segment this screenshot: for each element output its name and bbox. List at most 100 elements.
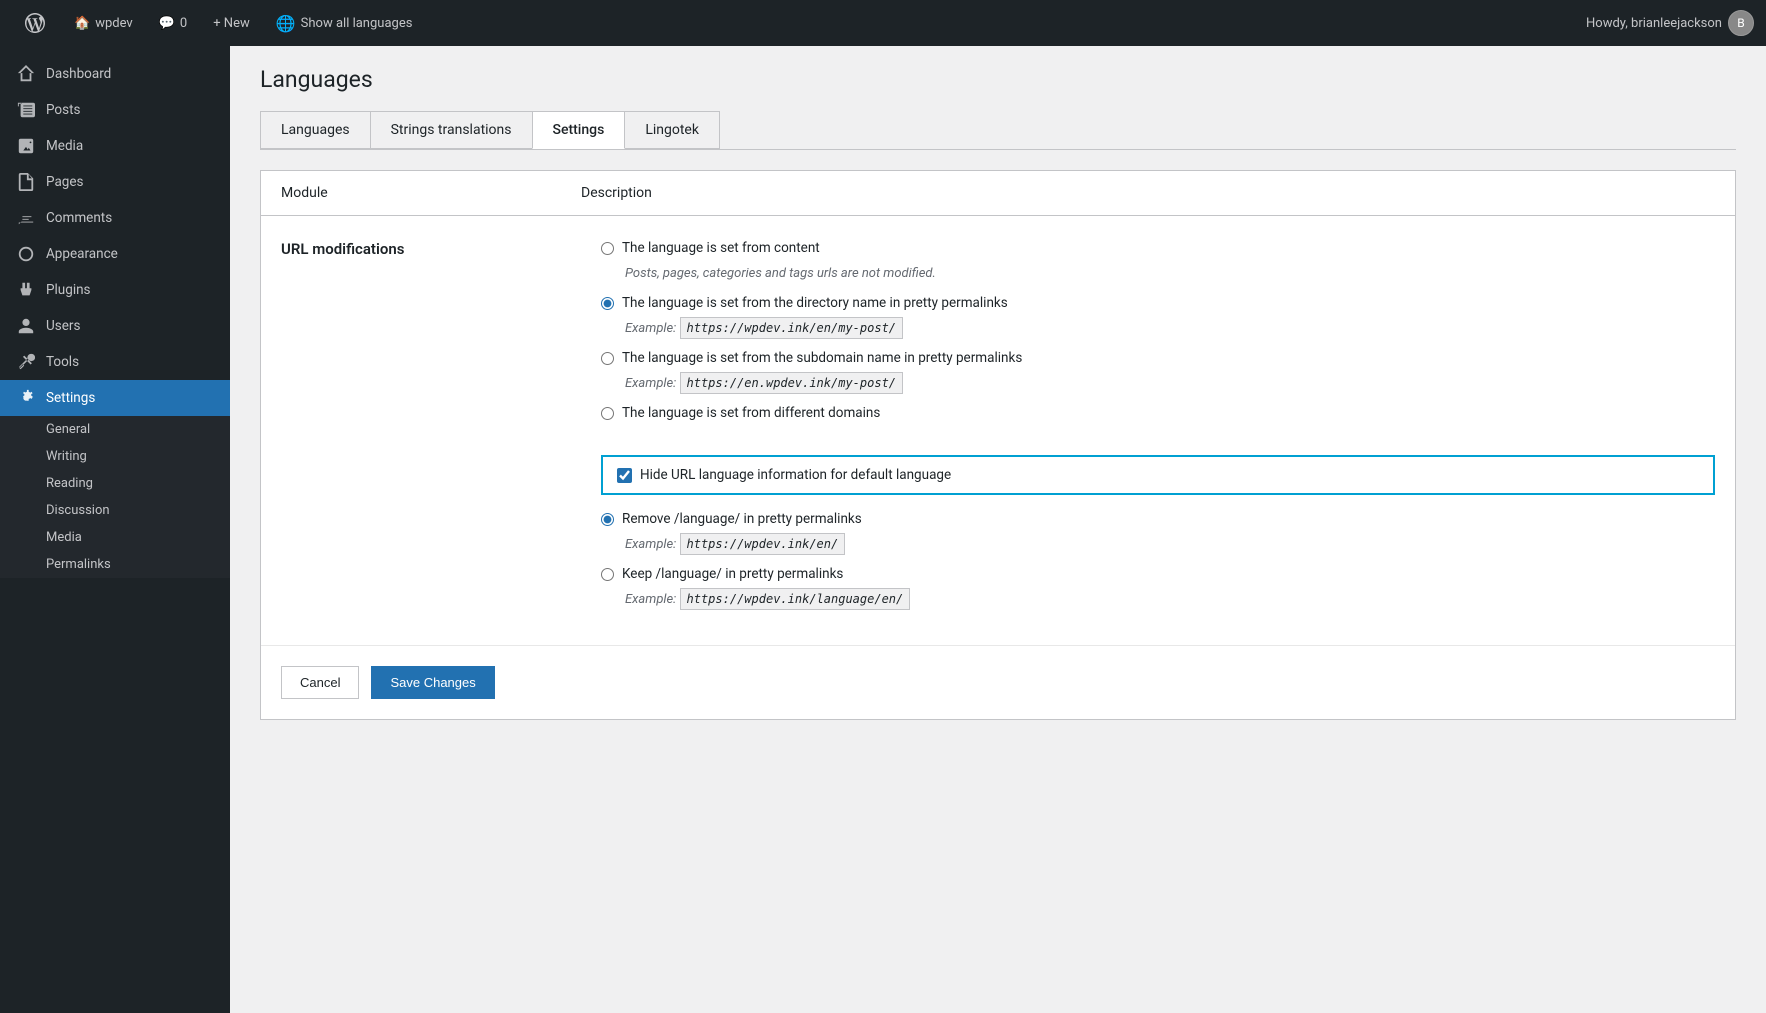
tools-icon — [16, 352, 36, 372]
tab-settings[interactable]: Settings — [532, 111, 626, 149]
topbar-show-languages[interactable]: 🌐 Show all languages — [266, 0, 423, 46]
sidebar-item-appearance[interactable]: Appearance — [0, 236, 230, 272]
settings-card: Module Description URL modifications — [260, 170, 1736, 720]
table-header: Module Description — [261, 171, 1735, 216]
sidebar-item-tools[interactable]: Tools — [0, 344, 230, 380]
topbar-left: 🏠 wpdev 💬 0 + New 🌐 Show all languages — [12, 0, 1586, 46]
topbar-new[interactable]: + New — [203, 0, 260, 46]
example-content: Posts, pages, categories and tags urls a… — [625, 266, 1715, 281]
tab-strings-translations[interactable]: Strings translations — [370, 111, 533, 149]
users-icon — [16, 316, 36, 336]
radio-keep-label: Keep /language/ in pretty permalinks — [622, 566, 843, 582]
sidebar-item-dashboard[interactable]: Dashboard — [0, 56, 230, 92]
topbar-right: Howdy, brianleejackson B — [1586, 10, 1754, 36]
example-directory: Example: https://wpdev.ink/en/my-post/ — [625, 321, 1715, 336]
submenu-reading[interactable]: Reading — [0, 470, 230, 497]
content-area: Languages Languages Strings translations… — [230, 46, 1766, 1013]
hide-url-label: Hide URL language information for defaul… — [640, 467, 951, 483]
radio-keep[interactable] — [601, 568, 614, 581]
example-subdomain: Example: https://en.wpdev.ink/my-post/ — [625, 376, 1715, 391]
radio-domains-label: The language is set from different domai… — [622, 405, 880, 421]
plugins-icon — [16, 280, 36, 300]
col-module: Module — [281, 185, 581, 201]
submenu-general[interactable]: General — [0, 416, 230, 443]
sidebar-item-label: Users — [46, 317, 80, 336]
sidebar-item-label: Comments — [46, 209, 112, 228]
topbar-comments[interactable]: 💬 0 — [149, 0, 198, 46]
radio-domains[interactable] — [601, 407, 614, 420]
sidebar-item-label: Media — [46, 137, 83, 156]
radio-option-remove-permalink[interactable]: Remove /language/ in pretty permalinks — [601, 511, 1715, 527]
hide-url-right: Hide URL language information for defaul… — [601, 455, 1715, 621]
sidebar-item-pages[interactable]: Pages — [0, 164, 230, 200]
posts-icon — [16, 100, 36, 120]
hide-url-row: Hide URL language information for defaul… — [281, 455, 1715, 621]
radio-remove[interactable] — [601, 513, 614, 526]
submenu-media[interactable]: Media — [0, 524, 230, 551]
sidebar-item-label: Plugins — [46, 281, 91, 300]
sidebar-item-label: Appearance — [46, 245, 118, 264]
sidebar-item-media[interactable]: Media — [0, 128, 230, 164]
home-icon: 🏠 — [74, 16, 90, 31]
example-code-remove: https://wpdev.ink/en/ — [680, 533, 846, 555]
submenu-permalinks[interactable]: Permalinks — [0, 551, 230, 578]
settings-row-url: URL modifications The language is set fr… — [281, 240, 1715, 431]
hide-url-checkbox-container[interactable]: Hide URL language information for defaul… — [601, 455, 1715, 495]
radio-content-label: The language is set from content — [622, 240, 820, 256]
save-button[interactable]: Save Changes — [371, 666, 494, 699]
example-remove: Example: https://wpdev.ink/en/ — [625, 537, 1715, 552]
sidebar-item-comments[interactable]: Comments — [0, 200, 230, 236]
page-title: Languages — [260, 66, 1736, 93]
radio-subdomain-label: The language is set from the subdomain n… — [622, 350, 1022, 366]
sidebar-item-label: Pages — [46, 173, 84, 192]
languages-icon: 🌐 — [276, 14, 296, 33]
comments-icon — [16, 208, 36, 228]
radio-directory-label: The language is set from the directory n… — [622, 295, 1008, 311]
submenu-writing[interactable]: Writing — [0, 443, 230, 470]
section-title: URL modifications — [281, 240, 561, 258]
hide-url-checkbox[interactable] — [617, 468, 632, 483]
radio-option-subdomain[interactable]: The language is set from the subdomain n… — [601, 350, 1715, 366]
sidebar-item-label: Tools — [46, 353, 79, 372]
tab-lingotek[interactable]: Lingotek — [624, 111, 720, 149]
hide-url-spacer — [281, 455, 581, 621]
radio-subdomain[interactable] — [601, 352, 614, 365]
wp-logo[interactable] — [12, 0, 58, 46]
example-code-directory: https://wpdev.ink/en/my-post/ — [680, 317, 904, 339]
cancel-button[interactable]: Cancel — [281, 666, 359, 699]
avatar: B — [1728, 10, 1754, 36]
col-description: Description — [581, 185, 1715, 201]
topbar-site-name[interactable]: 🏠 wpdev — [64, 0, 143, 46]
example-keep: Example: https://wpdev.ink/language/en/ — [625, 592, 1715, 607]
sidebar: Dashboard Posts Media Pages — [0, 46, 230, 1013]
settings-right: The language is set from content Posts, … — [601, 240, 1715, 431]
sidebar-menu: Dashboard Posts Media Pages — [0, 56, 230, 416]
radio-option-directory[interactable]: The language is set from the directory n… — [601, 295, 1715, 311]
sidebar-item-label: Dashboard — [46, 65, 111, 84]
example-code-subdomain: https://en.wpdev.ink/my-post/ — [680, 372, 904, 394]
tab-languages[interactable]: Languages — [260, 111, 371, 149]
media-icon — [16, 136, 36, 156]
pages-icon — [16, 172, 36, 192]
radio-option-content[interactable]: The language is set from content — [601, 240, 1715, 256]
sidebar-item-plugins[interactable]: Plugins — [0, 272, 230, 308]
settings-icon — [16, 388, 36, 408]
submenu-discussion[interactable]: Discussion — [0, 497, 230, 524]
radio-directory[interactable] — [601, 297, 614, 310]
sidebar-item-users[interactable]: Users — [0, 308, 230, 344]
button-row: Cancel Save Changes — [261, 646, 1735, 719]
settings-submenu: General Writing Reading Discussion Media… — [0, 416, 230, 578]
appearance-icon — [16, 244, 36, 264]
radio-content[interactable] — [601, 242, 614, 255]
tabs-container: Languages Strings translations Settings … — [260, 111, 1736, 150]
comments-icon: 💬 — [159, 16, 175, 31]
dashboard-icon — [16, 64, 36, 84]
example-code-keep: https://wpdev.ink/language/en/ — [680, 588, 911, 610]
url-modifications-section: URL modifications The language is set fr… — [261, 216, 1735, 646]
sidebar-item-posts[interactable]: Posts — [0, 92, 230, 128]
topbar: 🏠 wpdev 💬 0 + New 🌐 Show all languages H… — [0, 0, 1766, 46]
sidebar-item-settings[interactable]: Settings — [0, 380, 230, 416]
radio-option-domains[interactable]: The language is set from different domai… — [601, 405, 1715, 421]
sidebar-item-label: Posts — [46, 101, 80, 120]
radio-option-keep-permalink[interactable]: Keep /language/ in pretty permalinks — [601, 566, 1715, 582]
